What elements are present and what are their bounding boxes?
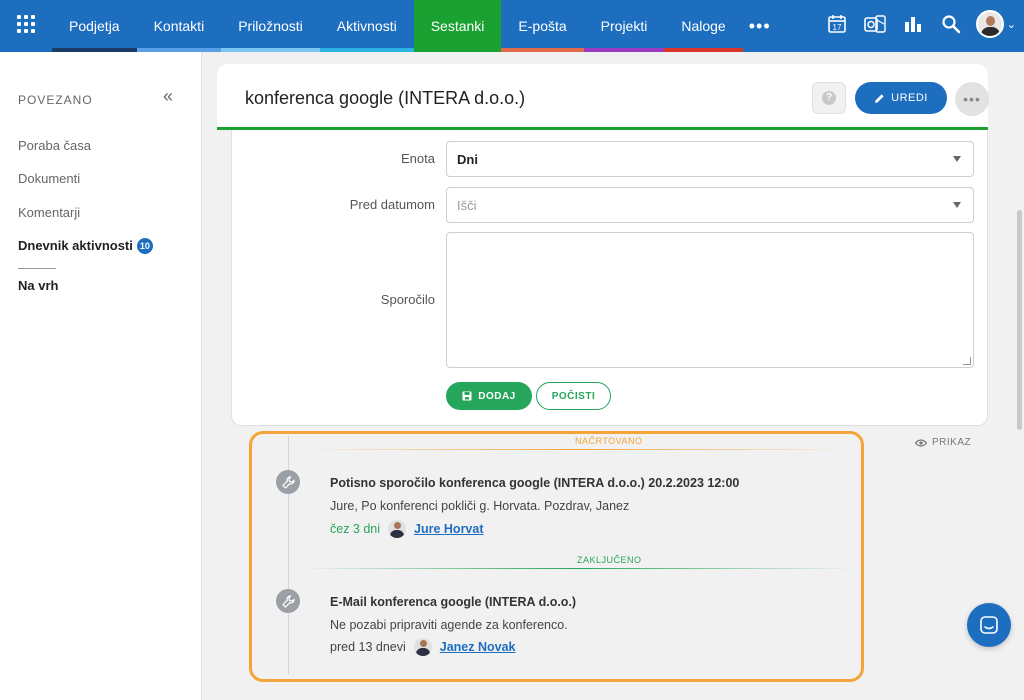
- nav-podjetja[interactable]: Podjetja: [52, 0, 137, 52]
- question-icon: ?: [822, 91, 836, 105]
- nav-label: Kontakti: [153, 18, 205, 34]
- unit-value: Dni: [457, 151, 478, 167]
- nav-label: Priložnosti: [238, 18, 303, 34]
- message-textarea[interactable]: [446, 232, 974, 368]
- sidebar-item-dokumenti[interactable]: Dokumenti: [18, 171, 80, 186]
- collapse-sidebar-icon[interactable]: «: [163, 86, 173, 107]
- add-button[interactable]: DODAJ: [446, 382, 532, 410]
- svg-text:17: 17: [832, 23, 841, 32]
- sidebar: POVEZANO « Poraba časa Dokumenti Komenta…: [0, 52, 202, 700]
- edit-button[interactable]: UREDI: [855, 82, 947, 114]
- nav-label: Aktivnosti: [336, 18, 397, 34]
- outlook-icon[interactable]: [856, 0, 894, 48]
- nav-eposta[interactable]: E-pošta: [501, 0, 584, 52]
- unit-label: Enota: [401, 151, 435, 166]
- sidebar-item-komentarji[interactable]: Komentarji: [18, 205, 80, 220]
- scrollbar-thumb[interactable]: [1017, 210, 1022, 430]
- record-header: konferenca google (INTERA d.o.o.) ? URED…: [217, 64, 989, 130]
- reminder-form: Enota Dni Pred datumom Išči Sporočilo DO…: [231, 130, 988, 426]
- nav-label: Naloge: [681, 18, 726, 34]
- caret-down-icon: [953, 202, 961, 208]
- save-icon: [462, 391, 472, 401]
- nav-sestanki[interactable]: Sestanki: [413, 0, 502, 52]
- page-title: konferenca google (INTERA d.o.o.): [245, 88, 526, 108]
- before-date-label: Pred datumom: [349, 197, 435, 212]
- nav-naloge[interactable]: Naloge: [664, 0, 743, 52]
- more-options-button[interactable]: •••: [955, 82, 989, 116]
- resize-handle-icon[interactable]: [963, 357, 971, 365]
- nav-label: Sestanki: [430, 18, 485, 34]
- apps-grid-icon[interactable]: [0, 0, 52, 48]
- count-badge: 10: [136, 238, 153, 254]
- nav-label: E-pošta: [518, 18, 567, 34]
- more-dots-icon: •••: [748, 15, 771, 36]
- view-label: PRIKAZ: [932, 437, 972, 448]
- nav-more-button[interactable]: •••: [743, 0, 781, 52]
- nav-aktivnosti[interactable]: Aktivnosti: [319, 0, 414, 52]
- reports-chart-icon[interactable]: [894, 0, 932, 48]
- nav-label: Projekti: [600, 18, 648, 34]
- sidebar-item-poraba-casa[interactable]: Poraba časa: [18, 138, 91, 153]
- highlight-frame: [249, 431, 864, 682]
- sidebar-item-na-vrh[interactable]: Na vrh: [18, 278, 58, 293]
- user-menu[interactable]: ⌄: [970, 10, 1024, 38]
- divider: [18, 268, 56, 269]
- sidebar-header: POVEZANO: [18, 93, 93, 107]
- sidebar-item-label: Dnevnik aktivnosti: [18, 238, 133, 253]
- edit-label: UREDI: [891, 92, 928, 104]
- unit-select[interactable]: Dni: [446, 141, 974, 177]
- search-icon[interactable]: [932, 0, 970, 48]
- eye-icon: [915, 438, 927, 447]
- message-label: Sporočilo: [380, 292, 435, 307]
- view-toggle[interactable]: PRIKAZ: [915, 437, 971, 448]
- pencil-icon: [875, 93, 884, 103]
- calendar-icon[interactable]: 17: [818, 0, 856, 48]
- nav-label: Podjetja: [69, 18, 120, 34]
- search-placeholder: Išči: [457, 197, 477, 213]
- help-button[interactable]: ?: [812, 82, 846, 114]
- clear-button[interactable]: POČISTI: [536, 382, 611, 410]
- chat-icon[interactable]: [967, 603, 1011, 647]
- before-date-select[interactable]: Išči: [446, 187, 974, 223]
- nav-kontakti[interactable]: Kontakti: [136, 0, 222, 52]
- sidebar-item-dnevnik-aktivnosti[interactable]: Dnevnik aktivnosti 10: [18, 238, 153, 254]
- user-avatar: [975, 10, 1004, 38]
- nav-priloznosti[interactable]: Priložnosti: [221, 0, 320, 52]
- more-dots-icon: •••: [963, 91, 981, 107]
- nav-projekti[interactable]: Projekti: [583, 0, 665, 52]
- caret-down-icon: [953, 156, 961, 162]
- add-label: DODAJ: [478, 390, 516, 402]
- chevron-down-icon: ⌄: [1006, 18, 1016, 31]
- top-navigation: Podjetja Kontakti Priložnosti Aktivnosti…: [0, 0, 1024, 52]
